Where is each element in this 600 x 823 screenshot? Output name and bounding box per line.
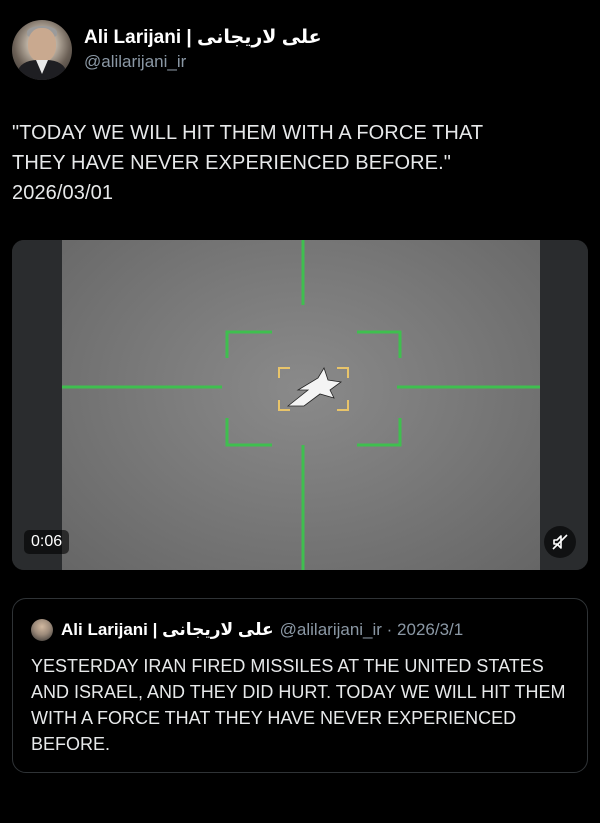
targeting-reticle: [62, 240, 540, 570]
quoted-author-meta: @alilarijani_ir · 2026/3/1: [279, 620, 464, 639]
reticle-corner-top-right: [357, 330, 402, 358]
tweet-header: Ali Larijani | علی لاریجانی @alilarijani…: [12, 20, 322, 80]
quoted-author-avatar[interactable]: [31, 619, 53, 641]
video-letterbox-left: [12, 240, 62, 570]
video-duration-badge: 0:06: [24, 530, 70, 554]
author-display-name[interactable]: Ali Larijani | علی لاریجانی: [84, 26, 322, 50]
aircraft-target-icon: [286, 367, 343, 407]
reticle-corner-bottom-left: [225, 418, 272, 447]
video-letterbox-right: [540, 240, 588, 570]
tweet-line-2: THEY HAVE NEVER EXPERIENCED BEFORE.": [12, 152, 451, 174]
reticle-corner-top-left: [225, 330, 272, 358]
author-name-block: Ali Larijani | علی لاریجانی @alilarijani…: [84, 26, 322, 74]
tweet-text: "TODAY WE WILL HIT THEM WITH A FORCE THA…: [12, 118, 582, 208]
author-avatar[interactable]: [12, 20, 72, 80]
tweet-line-1: "TODAY WE WILL HIT THEM WITH A FORCE THA…: [12, 122, 484, 144]
reticle-corner-bottom-right: [357, 418, 402, 447]
quoted-tweet[interactable]: Ali Larijani | علی لاریجانی @alilarijani…: [12, 598, 588, 773]
quoted-tweet-header: Ali Larijani | علی لاریجانی @alilarijani…: [31, 619, 463, 641]
muted-speaker-icon: [552, 534, 568, 550]
video-frame[interactable]: [62, 240, 540, 570]
author-handle[interactable]: @alilarijani_ir: [84, 50, 322, 74]
video-player[interactable]: 0:06: [12, 240, 588, 570]
tweet-date: 2026/03/01: [12, 182, 114, 204]
quoted-tweet-text: YESTERDAY IRAN FIRED MISSILES AT THE UNI…: [31, 656, 566, 754]
mute-button[interactable]: [544, 526, 576, 558]
quoted-author-name[interactable]: Ali Larijani | علی لاریجانی: [61, 620, 274, 640]
